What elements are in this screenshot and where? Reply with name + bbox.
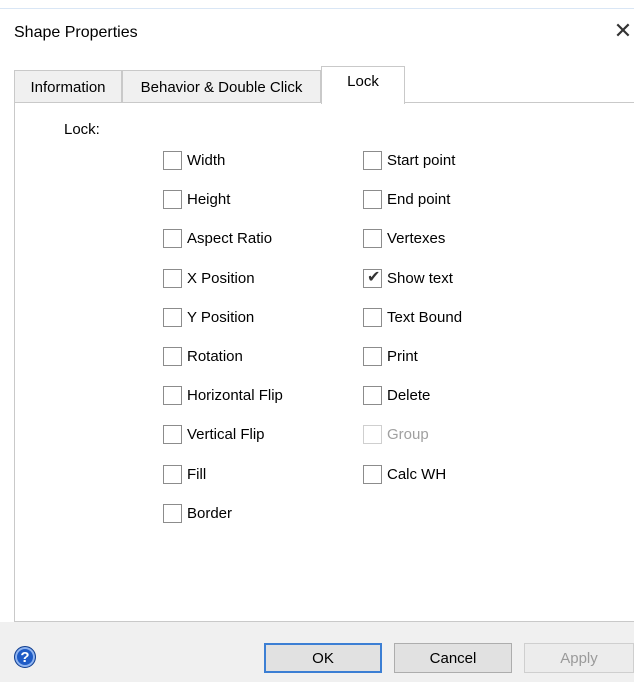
lock-option-y-position[interactable]: Y Position — [163, 307, 254, 327]
tab-behavior-double-click[interactable]: Behavior & Double Click — [122, 70, 321, 103]
checkbox[interactable] — [163, 346, 182, 366]
ok-button[interactable]: OK — [264, 643, 382, 673]
checkbox[interactable] — [363, 228, 382, 248]
lock-option-height[interactable]: Height — [163, 189, 230, 209]
lock-section-label: Lock: — [64, 121, 100, 138]
cancel-button[interactable]: Cancel — [394, 643, 512, 673]
lock-option-horizontal-flip[interactable]: Horizontal Flip — [163, 385, 283, 405]
checkbox-label: End point — [387, 190, 451, 208]
checkbox[interactable] — [163, 150, 182, 170]
lock-option-x-position[interactable]: X Position — [163, 268, 255, 288]
checkbox[interactable] — [163, 307, 182, 327]
checkbox-label: Start point — [387, 151, 456, 169]
lock-option-aspect-ratio[interactable]: Aspect Ratio — [163, 228, 272, 248]
checkbox[interactable] — [363, 307, 382, 327]
lock-option-calc-wh[interactable]: Calc WH — [363, 464, 446, 484]
lock-option-vertexes[interactable]: Vertexes — [363, 228, 445, 248]
checkbox[interactable] — [363, 464, 382, 484]
checkbox — [363, 424, 382, 444]
checkbox-label: Text Bound — [387, 308, 463, 326]
lock-option-delete[interactable]: Delete — [363, 385, 430, 405]
lock-option-vertical-flip[interactable]: Vertical Flip — [163, 424, 265, 444]
checkbox[interactable] — [363, 385, 382, 405]
checkbox-label: Vertical Flip — [187, 425, 265, 443]
checkbox[interactable]: ✔ — [363, 268, 382, 288]
checkbox[interactable] — [363, 150, 382, 170]
checkbox-label: Horizontal Flip — [187, 386, 283, 404]
close-icon: ✕ — [613, 18, 633, 43]
checkbox-label: Show text — [387, 269, 453, 287]
tab-lock[interactable]: Lock — [321, 66, 405, 104]
checkmark-icon: ✔ — [367, 268, 381, 286]
lock-tab-panel — [14, 102, 634, 622]
lock-option-show-text[interactable]: ✔ Show text — [363, 268, 453, 288]
lock-option-end-point[interactable]: End point — [363, 189, 450, 209]
shape-properties-dialog: Shape Properties ✕ Information Behavior … — [0, 0, 634, 682]
lock-option-border[interactable]: Border — [163, 503, 232, 523]
apply-button[interactable]: Apply — [524, 643, 634, 673]
lock-option-rotation[interactable]: Rotation — [163, 346, 243, 366]
checkbox-label: Fill — [187, 465, 207, 483]
help-button[interactable]: ? — [14, 646, 36, 668]
checkbox-label: Calc WH — [387, 465, 447, 483]
checkbox[interactable] — [163, 268, 182, 288]
checkbox[interactable] — [363, 189, 382, 209]
checkbox-label: Height — [187, 190, 231, 208]
checkbox[interactable] — [163, 503, 182, 523]
checkbox[interactable] — [163, 189, 182, 209]
dialog-title: Shape Properties — [14, 24, 138, 41]
checkbox[interactable] — [363, 346, 382, 366]
close-button[interactable]: ✕ — [612, 18, 634, 44]
checkbox-label: Print — [387, 347, 418, 365]
checkbox-label: Border — [187, 504, 233, 522]
lock-option-text-bound[interactable]: Text Bound — [363, 307, 462, 327]
checkbox[interactable] — [163, 385, 182, 405]
checkbox-label: Group — [387, 425, 429, 443]
checkbox-label: Delete — [387, 386, 431, 404]
lock-option-print[interactable]: Print — [363, 346, 418, 366]
checkbox-label: X Position — [187, 269, 255, 287]
lock-option-fill[interactable]: Fill — [163, 464, 206, 484]
lock-option-group: Group — [363, 424, 429, 444]
lock-option-width[interactable]: Width — [163, 150, 225, 170]
checkbox[interactable] — [163, 228, 182, 248]
checkbox-label: Aspect Ratio — [187, 229, 273, 247]
checkbox[interactable] — [163, 424, 182, 444]
help-icon: ? — [20, 648, 30, 666]
tab-information[interactable]: Information — [14, 70, 122, 103]
checkbox[interactable] — [163, 464, 182, 484]
window-top-border — [0, 8, 634, 9]
checkbox-label: Y Position — [187, 308, 255, 326]
checkbox-label: Width — [187, 151, 226, 169]
lock-option-start-point[interactable]: Start point — [363, 150, 455, 170]
checkbox-label: Vertexes — [387, 229, 446, 247]
checkbox-label: Rotation — [187, 347, 243, 365]
